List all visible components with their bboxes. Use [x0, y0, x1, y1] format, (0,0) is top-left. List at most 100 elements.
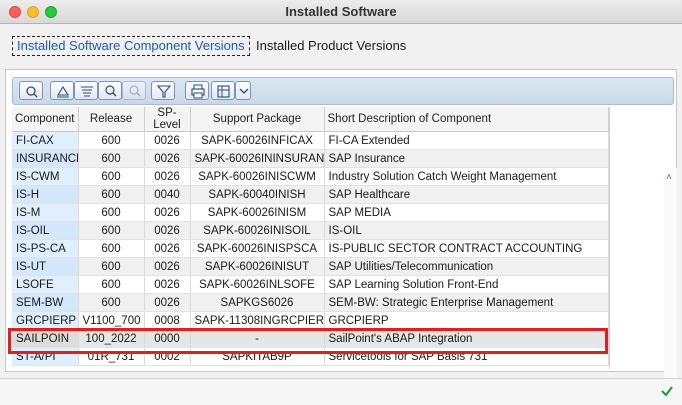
cell-sp-level[interactable]: 0026 — [144, 275, 191, 294]
confirm-checkmark-icon[interactable] — [660, 384, 674, 398]
cell-sp-level[interactable]: 0008 — [144, 311, 191, 330]
cell-release[interactable]: 600 — [78, 131, 145, 150]
cell-component[interactable]: LSOFE — [12, 275, 79, 294]
cell-sp-level[interactable]: 0026 — [144, 149, 191, 168]
alv-toolbar — [12, 77, 674, 105]
find-next-icon — [129, 85, 141, 97]
dialog-body: Installed Software Component Versions In… — [0, 24, 682, 405]
cell-description[interactable]: IS-PUBLIC SECTOR CONTRACT ACCOUNTING — [324, 239, 609, 258]
table-row[interactable]: IS-CWM 600 0026 SAPK-60026INISCWM Industry S… — [12, 167, 609, 186]
cell-support-package[interactable]: SAPK-60026INISCWM — [190, 167, 325, 186]
status-bar — [0, 378, 682, 405]
print-button[interactable] — [185, 81, 209, 100]
find-button[interactable] — [98, 81, 122, 100]
tab-product-versions[interactable]: Installed Product Versions — [251, 36, 411, 56]
column-header-sp-level[interactable]: SP-Level — [144, 107, 191, 132]
tab-software-component-versions[interactable]: Installed Software Component Versions — [12, 36, 250, 56]
cell-description[interactable]: SEM-BW: Strategic Enterprise Management — [324, 293, 609, 312]
cell-description[interactable]: SAP Learning Solution Front-End — [324, 275, 609, 294]
table-row[interactable]: SEM-BW 600 0026 SAPKGS6026 SEM-BW: Strategic… — [12, 293, 609, 312]
cell-component[interactable]: IS-CWM — [12, 167, 79, 186]
cell-support-package[interactable]: SAPK-60040INISH — [190, 185, 325, 204]
column-header-description[interactable]: Short Description of Component — [324, 107, 609, 132]
table-row[interactable]: IS-PS-CA 600 0026 SAPK-60026INISPSCA IS-PUBL… — [12, 239, 609, 258]
highlight-annotation — [8, 328, 608, 354]
vertical-scrollbar[interactable]: ˄ ˅ — [664, 168, 677, 405]
sort-ascending-icon — [57, 85, 69, 98]
sort-descending-icon — [81, 86, 93, 97]
cell-release[interactable]: 600 — [78, 221, 145, 240]
cell-support-package[interactable]: SAPK-60026INFICAX — [190, 131, 325, 150]
table-row[interactable]: FI-CAX 600 0026 SAPK-60026INFICAX FI-CA Exte… — [12, 131, 609, 150]
cell-description[interactable]: GRCPIERP — [324, 311, 609, 330]
cell-release[interactable]: 600 — [78, 149, 145, 168]
cell-release[interactable]: 600 — [78, 293, 145, 312]
table-header-row: Component Release SP-Level Support Packa… — [12, 107, 609, 132]
cell-component[interactable]: GRCPIERP — [12, 311, 79, 330]
cell-support-package[interactable]: SAPK-11308INGRCPIERP — [190, 311, 325, 330]
column-header-release[interactable]: Release — [78, 107, 145, 132]
filter-icon — [156, 85, 172, 98]
table-row[interactable]: IS-OIL 600 0026 SAPK-60026INISOIL IS-OIL — [12, 221, 609, 240]
cell-release[interactable]: 600 — [78, 167, 145, 186]
cell-description[interactable]: Industry Solution Catch Weight Managemen… — [324, 167, 609, 186]
print-icon — [191, 84, 205, 99]
cell-sp-level[interactable]: 0026 — [144, 203, 191, 222]
details-icon — [26, 86, 38, 98]
cell-sp-level[interactable]: 0026 — [144, 131, 191, 150]
cell-sp-level[interactable]: 0026 — [144, 221, 191, 240]
cell-support-package[interactable]: SAPK-60026INISM — [190, 203, 325, 222]
cell-sp-level[interactable]: 0026 — [144, 167, 191, 186]
cell-component[interactable]: IS-UT — [12, 257, 79, 276]
cell-sp-level[interactable]: 0026 — [144, 257, 191, 276]
empty-column-area — [609, 107, 656, 369]
sort-descending-button[interactable] — [74, 81, 98, 100]
cell-description[interactable]: SAP Utilities/Telecommunication — [324, 257, 609, 276]
cell-description[interactable]: SAP Healthcare — [324, 185, 609, 204]
details-button[interactable] — [19, 81, 43, 100]
filter-button[interactable] — [151, 81, 175, 100]
cell-sp-level[interactable]: 0026 — [144, 239, 191, 258]
table-row[interactable]: INSURANCE 600 0026 SAPK-60026ININSURANC SAP … — [12, 149, 609, 168]
cell-release[interactable]: 600 — [78, 275, 145, 294]
cell-description[interactable]: SAP Insurance — [324, 149, 609, 168]
table-row[interactable]: LSOFE 600 0026 SAPK-60026INLSOFE SAP Learnin… — [12, 275, 609, 294]
cell-release[interactable]: 600 — [78, 257, 145, 276]
cell-support-package[interactable]: SAPK-60026INLSOFE — [190, 275, 325, 294]
title-bar: Installed Software — [0, 0, 682, 24]
cell-description[interactable]: IS-OIL — [324, 221, 609, 240]
table-row[interactable]: IS-M 600 0026 SAPK-60026INISM SAP MEDIA — [12, 203, 609, 222]
sort-ascending-button[interactable] — [50, 81, 74, 100]
export-button[interactable] — [211, 81, 235, 100]
cell-support-package[interactable]: SAPK-60026INISUT — [190, 257, 325, 276]
window-title: Installed Software — [285, 4, 397, 19]
cell-release[interactable]: 600 — [78, 203, 145, 222]
cell-support-package[interactable]: SAPK-60026INISPSCA — [190, 239, 325, 258]
cell-support-package[interactable]: SAPK-60026ININSURANC — [190, 149, 325, 168]
cell-component[interactable]: IS-PS-CA — [12, 239, 79, 258]
cell-component[interactable]: FI-CAX — [12, 131, 79, 150]
cell-description[interactable]: FI-CA Extended — [324, 131, 609, 150]
table-row[interactable]: IS-H 600 0040 SAPK-60040INISH SAP Healthcare — [12, 185, 609, 204]
cell-release[interactable]: 600 — [78, 239, 145, 258]
find-next-button[interactable] — [122, 81, 146, 100]
cell-component[interactable]: IS-H — [12, 185, 79, 204]
cell-release[interactable]: 600 — [78, 185, 145, 204]
table-row[interactable]: GRCPIERP V1100_700 0008 SAPK-11308INGRCPIER… — [12, 311, 609, 330]
export-menu-button[interactable] — [235, 81, 251, 100]
cell-component[interactable]: SEM-BW — [12, 293, 79, 312]
cell-sp-level[interactable]: 0040 — [144, 185, 191, 204]
cell-component[interactable]: IS-OIL — [12, 221, 79, 240]
cell-component[interactable]: IS-M — [12, 203, 79, 222]
cell-sp-level[interactable]: 0026 — [144, 293, 191, 312]
column-header-support-package[interactable]: Support Package — [190, 107, 325, 132]
column-header-component[interactable]: Component — [12, 107, 79, 132]
cell-release[interactable]: V1100_700 — [78, 311, 145, 330]
cell-component[interactable]: INSURANCE — [12, 149, 79, 168]
export-icon — [217, 85, 230, 98]
scroll-up-icon[interactable]: ˄ — [666, 172, 672, 183]
cell-description[interactable]: SAP MEDIA — [324, 203, 609, 222]
cell-support-package[interactable]: SAPKGS6026 — [190, 293, 325, 312]
cell-support-package[interactable]: SAPK-60026INISOIL — [190, 221, 325, 240]
table-row[interactable]: IS-UT 600 0026 SAPK-60026INISUT SAP Utilitie… — [12, 257, 609, 276]
